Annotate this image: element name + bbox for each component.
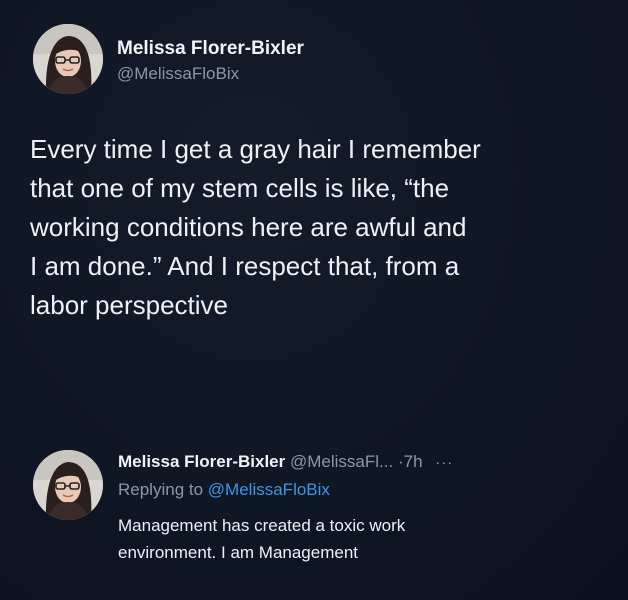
tweet-screenshot: 5 Melissa Florer-Bixler @MelissaFloBix E… [0, 0, 628, 600]
tweet-text-line: Every time I get a gray hair I remember [30, 134, 481, 164]
author-handle[interactable]: @MelissaFloBix [117, 64, 239, 84]
tweet-text-line: that one of my stem cells is like, “the [30, 173, 450, 203]
reply-header: Melissa Florer-Bixler @MelissaFl... ·7h … [118, 452, 453, 472]
replying-to: Replying to @MelissaFloBix [118, 480, 330, 500]
author-avatar[interactable]: 5 [33, 24, 103, 94]
tweet-text: Every time I get a gray hair I remember … [30, 130, 590, 325]
profile-photo-icon: 5 [33, 450, 103, 520]
replying-to-label: Replying to [118, 480, 204, 499]
reply-text-line: Management has created a toxic work [118, 516, 406, 535]
reply-author-handle[interactable]: @MelissaFl... [290, 452, 393, 471]
tweet-text-line: working conditions here are awful and [30, 212, 467, 242]
author-name[interactable]: Melissa Florer-Bixler [117, 38, 304, 60]
reply-author-name[interactable]: Melissa Florer-Bixler [118, 452, 285, 471]
reply-text-line: environment. I am Management [118, 543, 359, 562]
profile-photo-icon: 5 [33, 24, 103, 94]
reply-text: Management has created a toxic work envi… [118, 512, 405, 566]
reply-timestamp[interactable]: 7h [404, 452, 423, 471]
tweet-text-line: labor perspective [30, 290, 228, 320]
svg-text:5: 5 [34, 74, 38, 82]
svg-text:5: 5 [34, 500, 38, 508]
more-options-icon[interactable]: ··· [435, 454, 453, 471]
tweet-text-line: I am done.” And I respect that, from a [30, 251, 460, 281]
replying-to-handle-link[interactable]: @MelissaFloBix [208, 480, 330, 499]
reply-author-avatar[interactable]: 5 [33, 450, 103, 520]
